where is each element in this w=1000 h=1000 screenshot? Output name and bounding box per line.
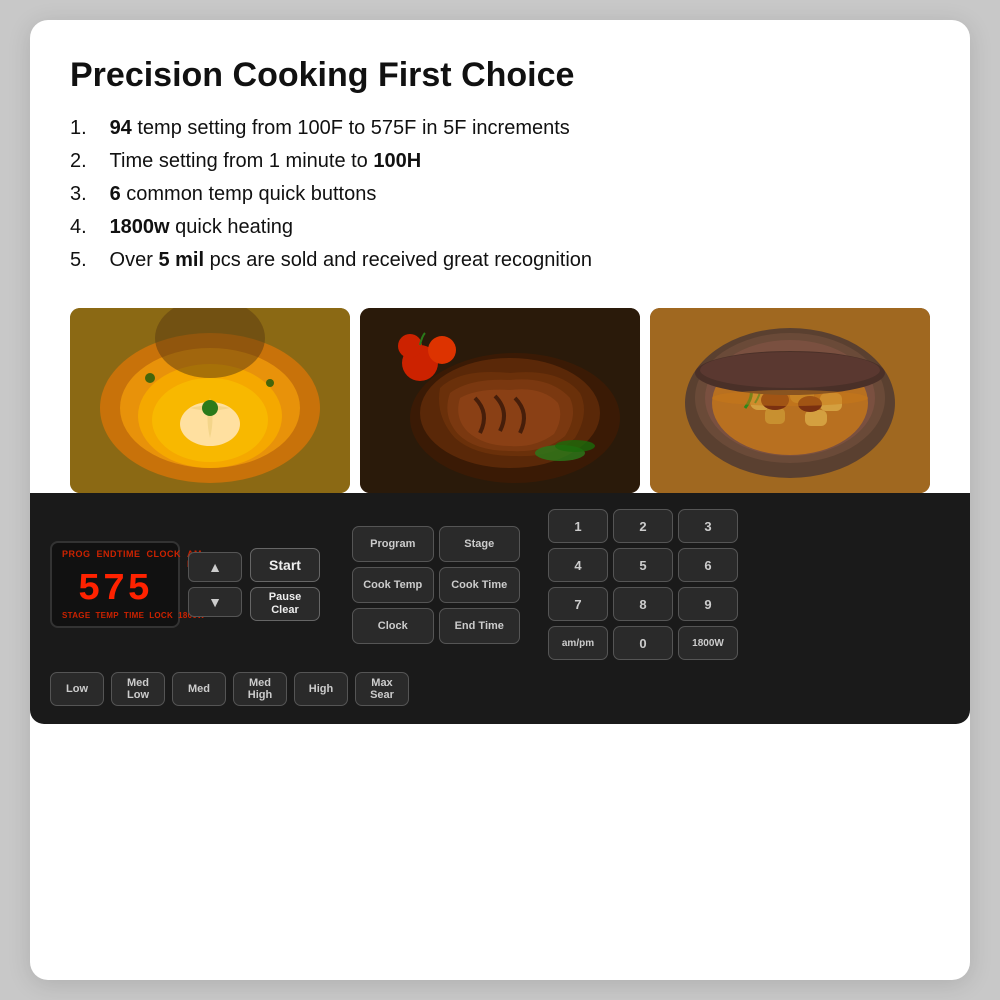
numpad-ampm[interactable]: am/pm bbox=[548, 626, 608, 660]
display-box: PROG ENDTIME CLOCK AM PM 575 STAGE TEMP … bbox=[50, 541, 180, 628]
stew-image bbox=[650, 308, 930, 493]
feature-1-text: 94 temp setting from 100F to 575F in 5F … bbox=[104, 117, 570, 140]
display-time-label: TIME bbox=[124, 611, 144, 620]
pause-clear-label: PauseClear bbox=[269, 591, 301, 617]
end-time-button[interactable]: End Time bbox=[439, 608, 521, 644]
program-button[interactable]: Program bbox=[352, 526, 434, 562]
cook-temp-label: Cook Temp bbox=[363, 579, 422, 591]
panel-top-row: PROG ENDTIME CLOCK AM PM 575 STAGE TEMP … bbox=[50, 509, 950, 660]
display-lock-label: LOCK bbox=[149, 611, 173, 620]
med-button[interactable]: Med bbox=[172, 672, 226, 706]
feature-5: 5. Over 5 mil pcs are sold and received … bbox=[70, 249, 930, 272]
display-prog-label: PROG bbox=[62, 549, 91, 569]
function-buttons-grid: Program Stage Cook Temp Cook Time Clock … bbox=[352, 526, 520, 644]
soup-image bbox=[70, 308, 350, 493]
high-button[interactable]: High bbox=[294, 672, 348, 706]
numpad-1800w[interactable]: 1800W bbox=[678, 626, 738, 660]
stage-button[interactable]: Stage bbox=[439, 526, 521, 562]
feature-4-num: 4. bbox=[70, 216, 104, 239]
feature-1: 1. 94 temp setting from 100F to 575F in … bbox=[70, 117, 930, 140]
numpad-7[interactable]: 7 bbox=[548, 587, 608, 621]
med-low-button[interactable]: MedLow bbox=[111, 672, 165, 706]
display-endtime-label: ENDTIME bbox=[97, 549, 141, 569]
numpad-2[interactable]: 2 bbox=[613, 509, 673, 543]
arrow-down-button[interactable]: ▼ bbox=[188, 587, 242, 617]
cook-temp-button[interactable]: Cook Temp bbox=[352, 567, 434, 603]
max-sear-button[interactable]: MaxSear bbox=[355, 672, 409, 706]
numpad-1[interactable]: 1 bbox=[548, 509, 608, 543]
end-time-label: End Time bbox=[455, 620, 504, 632]
display-stage-label: STAGE bbox=[62, 611, 90, 620]
display-top-labels: PROG ENDTIME CLOCK AM PM bbox=[62, 549, 168, 569]
numpad-0[interactable]: 0 bbox=[613, 626, 673, 660]
display-bottom-labels: STAGE TEMP TIME LOCK 1800W bbox=[62, 611, 168, 620]
pause-clear-button[interactable]: PauseClear bbox=[250, 587, 320, 621]
numpad-5[interactable]: 5 bbox=[613, 548, 673, 582]
numpad: 1 2 3 4 5 6 7 8 9 am/pm 0 1800W bbox=[548, 509, 738, 660]
start-button[interactable]: Start bbox=[250, 548, 320, 582]
numpad-6[interactable]: 6 bbox=[678, 548, 738, 582]
low-button[interactable]: Low bbox=[50, 672, 104, 706]
feature-5-text: Over 5 mil pcs are sold and received gre… bbox=[104, 249, 592, 272]
cook-time-label: Cook Time bbox=[451, 579, 507, 591]
features-list: 1. 94 temp setting from 100F to 575F in … bbox=[70, 117, 930, 282]
control-panel: PROG ENDTIME CLOCK AM PM 575 STAGE TEMP … bbox=[30, 493, 970, 724]
numpad-8[interactable]: 8 bbox=[613, 587, 673, 621]
arrow-down-icon: ▼ bbox=[208, 594, 222, 610]
food-images-row bbox=[70, 308, 930, 493]
arrow-group: ▲ ▼ bbox=[188, 552, 242, 617]
clock-button[interactable]: Clock bbox=[352, 608, 434, 644]
feature-1-num: 1. bbox=[70, 117, 104, 140]
feature-3-num: 3. bbox=[70, 183, 104, 206]
feature-3-text: 6 common temp quick buttons bbox=[104, 183, 376, 206]
numpad-9[interactable]: 9 bbox=[678, 587, 738, 621]
arrow-up-button[interactable]: ▲ bbox=[188, 552, 242, 582]
temp-buttons-row: Low MedLow Med MedHigh High MaxSear bbox=[50, 672, 950, 706]
display-main-value: 575 bbox=[62, 571, 168, 609]
feature-4-text: 1800w quick heating bbox=[104, 216, 293, 239]
start-pause-group: Start PauseClear bbox=[250, 548, 320, 621]
feature-3: 3. 6 common temp quick buttons bbox=[70, 183, 930, 206]
page-title: Precision Cooking First Choice bbox=[70, 56, 930, 95]
feature-2-text: Time setting from 1 minute to 100H bbox=[104, 150, 421, 173]
numpad-4[interactable]: 4 bbox=[548, 548, 608, 582]
steak-image bbox=[360, 308, 640, 493]
feature-2-num: 2. bbox=[70, 150, 104, 173]
feature-5-num: 5. bbox=[70, 249, 104, 272]
feature-2: 2. Time setting from 1 minute to 100H bbox=[70, 150, 930, 173]
display-clock-label: CLOCK bbox=[147, 549, 182, 569]
med-high-button[interactable]: MedHigh bbox=[233, 672, 287, 706]
product-card: Precision Cooking First Choice 1. 94 tem… bbox=[30, 20, 970, 980]
numpad-3[interactable]: 3 bbox=[678, 509, 738, 543]
display-temp-label: TEMP bbox=[95, 611, 118, 620]
cook-time-button[interactable]: Cook Time bbox=[439, 567, 521, 603]
arrow-up-icon: ▲ bbox=[208, 559, 222, 575]
feature-4: 4. 1800w quick heating bbox=[70, 216, 930, 239]
